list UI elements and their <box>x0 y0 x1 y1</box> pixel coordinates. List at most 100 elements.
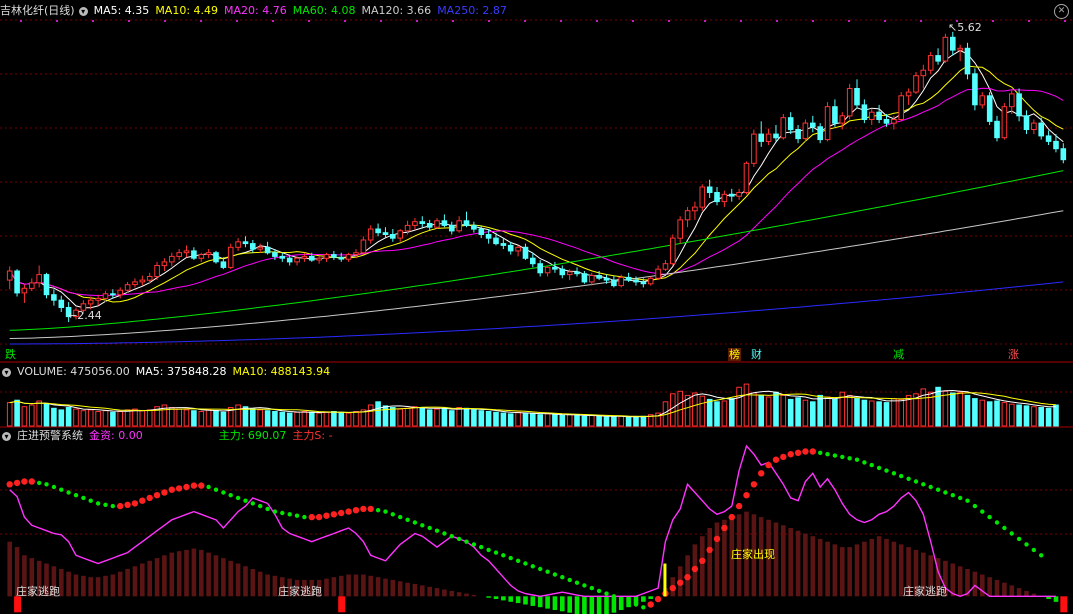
histogram-bar <box>862 541 867 597</box>
jinzi-dot <box>647 601 654 608</box>
top-dot <box>452 20 454 22</box>
jinzi-dot <box>405 517 410 522</box>
ma250-label: MA250: 2.87 <box>437 4 507 17</box>
close-icon[interactable]: ✕ <box>1054 4 1069 19</box>
jinzi-dot <box>28 478 35 485</box>
escape-marker <box>14 596 22 613</box>
volume-title: VOLUME: 475056.00 <box>17 365 130 378</box>
collapse-icon[interactable]: ▾ <box>2 431 11 441</box>
volume-bar <box>272 411 278 427</box>
candle-body <box>286 257 293 263</box>
volume-bar <box>611 415 617 427</box>
volume-bar <box>876 401 882 427</box>
histogram-bar <box>957 566 963 597</box>
tag-cai[interactable]: 财 <box>750 348 763 361</box>
candle-body <box>183 250 190 254</box>
candle-body <box>736 192 742 197</box>
candle-body <box>972 73 978 106</box>
histogram-bar <box>412 584 418 597</box>
candle-body <box>412 221 418 226</box>
histogram-bar <box>471 595 477 597</box>
jinzi-dot <box>706 546 713 554</box>
volume-bar <box>345 412 352 427</box>
volume-bar <box>65 407 72 427</box>
jinzi-dot <box>765 461 772 469</box>
jinzi-dot <box>139 497 146 504</box>
candle-body <box>795 129 801 140</box>
volume-bar <box>331 411 337 427</box>
jinzi-dot <box>442 531 447 536</box>
tag-bang[interactable]: 榜 <box>728 348 741 361</box>
volume-bar <box>824 396 831 427</box>
candle-body <box>810 122 816 128</box>
indicator-title: 庄进预警系统 <box>17 429 83 442</box>
candle-body <box>36 274 43 284</box>
histogram-bar <box>442 589 447 597</box>
tag-jian[interactable]: 减 <box>892 348 905 361</box>
volume-bar <box>537 414 544 427</box>
histogram-bar <box>972 571 978 597</box>
candle-body <box>397 230 403 239</box>
ma10-label: MA10: 4.49 <box>155 4 219 17</box>
volume-bar <box>891 398 897 427</box>
volume-bar <box>183 409 190 427</box>
jinzi-dot <box>183 483 190 491</box>
jinzi-dot <box>456 536 462 542</box>
jinzi-dot <box>412 520 418 525</box>
top-dot <box>164 20 166 22</box>
candle-body <box>14 270 20 294</box>
collapse-icon[interactable]: ▾ <box>2 367 11 377</box>
volume-bar <box>404 407 411 427</box>
candle-body <box>544 266 551 274</box>
jinzi-dot <box>146 494 153 502</box>
jinzi-dot <box>302 514 307 520</box>
candle-body <box>824 106 831 141</box>
candle-body <box>913 75 919 93</box>
histogram-bar <box>117 571 123 597</box>
jinzi-dot <box>840 454 845 460</box>
histogram-bar <box>530 596 536 606</box>
candle-body <box>404 224 411 232</box>
candle-body <box>964 47 971 75</box>
collapse-icon[interactable]: ▾ <box>78 6 88 16</box>
tag-zhang[interactable]: 涨 <box>1007 348 1020 361</box>
tag-die[interactable]: 跌 <box>4 348 17 361</box>
jinzi-dot <box>721 524 728 532</box>
top-dot <box>740 20 742 22</box>
histogram-bar <box>339 575 344 597</box>
candle-body <box>331 254 337 258</box>
volume-bar <box>29 404 35 427</box>
candle-body <box>345 254 352 260</box>
volume-bar <box>264 410 271 427</box>
histogram-bar <box>390 579 396 597</box>
candle-body <box>861 104 868 121</box>
candle-body <box>699 186 706 208</box>
candle-body <box>589 275 595 283</box>
jinzi-dot <box>626 599 631 604</box>
histogram-bar <box>191 548 197 597</box>
volume-bar <box>471 409 477 427</box>
candle-body <box>670 237 676 265</box>
volume-bar <box>522 412 529 427</box>
candle-body <box>721 193 728 203</box>
jinzi-dot <box>250 501 255 506</box>
jinzi-dot <box>545 569 550 574</box>
candle-body <box>743 162 750 194</box>
top-dot <box>848 20 850 22</box>
ma120-line <box>9 210 1064 339</box>
top-dot <box>236 20 238 22</box>
candle-body <box>272 252 278 257</box>
candle-body <box>1001 106 1008 139</box>
jinzi-dot <box>330 511 338 518</box>
signal-appear: 庄家出现 <box>731 548 775 561</box>
candle-body <box>95 297 101 301</box>
low-price-label: ←2.44 <box>68 309 102 322</box>
histogram-bar <box>788 528 793 597</box>
volume-bar <box>434 408 440 427</box>
candle-body <box>927 55 934 71</box>
volume-bar <box>950 392 956 427</box>
candle-body <box>729 193 735 197</box>
candle-body <box>43 274 50 296</box>
candle-body <box>500 243 507 246</box>
volume-bar <box>323 411 330 427</box>
